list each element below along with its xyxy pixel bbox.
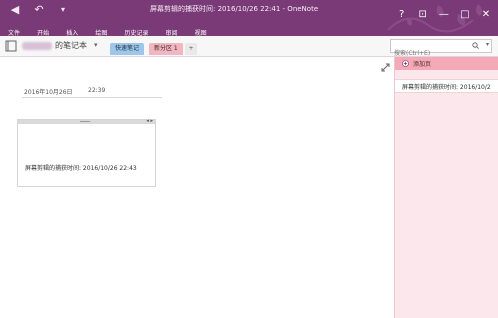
note-canvas[interactable]: 2016年10月26日 22:39 ◂ ▸ 屏幕剪辑的捕获时间: 2016/10… <box>0 57 393 318</box>
back-icon[interactable]: ◀ <box>8 3 22 17</box>
notebook-name[interactable]: 的笔记本 <box>55 40 87 51</box>
undo-icon[interactable]: ↶ <box>32 3 46 17</box>
ribbon-tabs: 文件 开始 插入 绘图 历史记录 审阅 视图 <box>0 20 211 37</box>
customize-quick-access-icon[interactable]: ▾ <box>56 3 70 17</box>
section-tab-quick-notes[interactable]: 快速笔记 <box>110 43 145 55</box>
help-button[interactable]: ? <box>394 9 410 20</box>
search-scope-chevron-icon[interactable]: ▾ <box>486 41 489 48</box>
pages-pane: 添加页 屏幕剪辑的捕获时间: 2016/10/2 <box>394 57 498 318</box>
page-title: 屏幕剪辑的捕获时间: 2016/10/2 <box>402 84 491 91</box>
chevron-down-icon[interactable]: ▾ <box>94 41 98 49</box>
note-date: 2016年10月26日 <box>24 89 73 96</box>
add-section-button[interactable]: + <box>185 43 197 55</box>
search-box: ▾ <box>390 39 492 60</box>
window-title: 屏幕剪辑的捕获时间: 2016/10/26 22:41 - OneNote <box>150 5 319 13</box>
search-icon[interactable] <box>472 42 479 49</box>
clip-caption: 屏幕剪辑的捕获时间: 2016/10/26 22:43 <box>25 165 137 172</box>
title-bar: ◀ ↶ ▾ 屏幕剪辑的捕获时间: 2016/10/26 22:41 - OneN… <box>0 0 498 37</box>
title-divider <box>22 97 162 98</box>
add-page-button[interactable]: 添加页 <box>395 57 498 70</box>
maximize-button[interactable]: □ <box>457 9 473 20</box>
add-icon <box>402 60 409 67</box>
section-tab-new-section[interactable]: 新分区 1 <box>149 43 183 55</box>
page-list-item[interactable]: 屏幕剪辑的捕获时间: 2016/10/2 <box>395 79 498 93</box>
expand-icon[interactable] <box>381 63 390 72</box>
notebook-icon[interactable] <box>4 40 18 52</box>
resize-arrows-icon[interactable]: ◂ ▸ <box>146 118 153 124</box>
note-time: 22:39 <box>88 87 106 94</box>
add-page-label: 添加页 <box>413 61 432 68</box>
minimize-button[interactable]: — <box>436 9 452 20</box>
restore-ribbon-button[interactable]: ⊡ <box>415 9 431 20</box>
screen-clip-container[interactable]: ◂ ▸ 屏幕剪辑的捕获时间: 2016/10/26 22:43 <box>17 118 156 187</box>
notebook-bar: 的笔记本 ▾ 快速笔记 新分区 1 + ▾ <box>0 36 498 60</box>
clip-handle-bar[interactable]: ◂ ▸ <box>18 118 155 124</box>
window-controls: ? ⊡ — □ ✕ <box>394 2 494 21</box>
notebook-owner-redacted <box>22 42 52 50</box>
close-button[interactable]: ✕ <box>478 9 494 20</box>
drag-handle-icon[interactable] <box>80 121 90 122</box>
